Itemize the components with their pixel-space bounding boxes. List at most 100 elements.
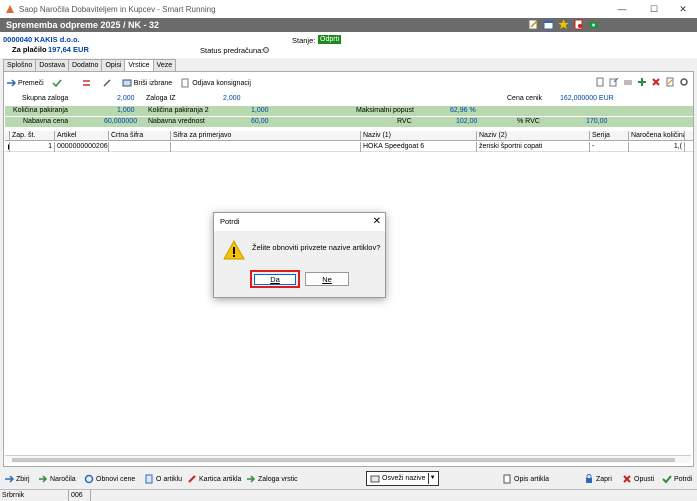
document-info: 0000040 KAKIS d.o.o. Za plačilo 197,64 E… <box>0 32 697 58</box>
odjava-konsignacij-label: Odjava konsignacij <box>192 79 251 87</box>
settings-icon[interactable] <box>679 77 689 87</box>
tab-splosno[interactable]: Splošno <box>3 59 37 71</box>
chevron-down-icon[interactable]: ▼ <box>427 473 437 484</box>
horizontal-scrollbar[interactable] <box>5 455 691 463</box>
dialog-close-icon[interactable]: ✕ <box>373 216 381 228</box>
col-serija[interactable]: Serija <box>590 131 629 141</box>
col-naziv-1[interactable]: Naziv (1) <box>361 131 477 141</box>
star-icon[interactable] <box>558 19 569 30</box>
edit-icon[interactable] <box>528 19 539 30</box>
obnovi-cene-button[interactable]: Obnovi cene <box>84 473 135 485</box>
toolbar-right-icons <box>595 77 689 87</box>
table-header: Zap. št. Artikel Črtna šifra Šifra za pr… <box>5 131 693 141</box>
cell-narocena-kolicina[interactable]: 1,( <box>629 142 685 152</box>
money-icon[interactable] <box>588 19 599 30</box>
maximize-icon[interactable]: ☐ <box>639 0 669 18</box>
odjava-konsignacij-button[interactable]: Odjava konsignacij <box>180 78 251 88</box>
checklist-icon <box>52 79 62 88</box>
premeci-button[interactable]: Premeči <box>6 78 44 88</box>
cell-serija[interactable]: - <box>590 142 629 152</box>
brisi-izbrane-button[interactable]: Briši izbrane <box>122 78 173 88</box>
partner-name[interactable]: 0000040 KAKIS d.o.o. <box>3 35 80 44</box>
saop-logo-icon <box>6 5 14 13</box>
kolicina-pakiranja2-value: 1,000 <box>251 107 269 114</box>
narocila-button[interactable]: Naročila <box>38 473 76 485</box>
zaloga-vrstic-button[interactable]: Zaloga vrstic <box>246 473 298 485</box>
window-titlebar: Saop Naročila Dobaviteljem in Kupcev - S… <box>0 0 697 18</box>
opis-artikla-button[interactable]: Opis artikla <box>502 473 549 485</box>
cell-naziv-2[interactable]: ženski športni copati <box>477 142 590 152</box>
scrollbar-thumb[interactable] <box>12 458 675 462</box>
kolicina-pakiranja2-label: Količina pakiranja 2 <box>148 107 209 114</box>
summary-row-stock: Skupna zaloga 2,000 Zaloga IZ 2,000 Cena… <box>5 94 693 104</box>
za-placilo-value: 197,64 EUR <box>48 45 89 54</box>
cell-crtna-sifra[interactable] <box>109 142 171 152</box>
status-predracuna-label: Status predračuna: <box>200 46 264 55</box>
cell-sifra-za-primerjavo[interactable] <box>171 142 361 152</box>
edit-lines-button[interactable] <box>102 78 114 88</box>
nabavna-vrednost-value: 60,00 <box>251 118 269 125</box>
premeci-label: Premeči <box>18 79 44 87</box>
ne-button[interactable]: Ne <box>305 272 349 286</box>
lines-toolbar: Premeči Briši izbrane Odjava konsignacij <box>6 76 259 90</box>
opusti-label: Opusti <box>634 475 655 483</box>
calendar-icon[interactable] <box>543 19 554 30</box>
skupna-zaloga-value: 2,000 <box>117 95 135 102</box>
consignment-icon <box>181 78 189 88</box>
osvezi-nazive-button[interactable]: Osveži nazive ▼ <box>366 471 439 486</box>
kolicina-pakiranja-value: 1,000 <box>117 107 135 114</box>
dialog-message: Želite obnoviti privzete nazive artiklov… <box>252 243 381 252</box>
zbirj-button[interactable]: Zbirj <box>4 473 30 485</box>
close-icon[interactable]: ✕ <box>668 0 697 18</box>
header-icons <box>528 19 599 30</box>
col-artikel[interactable]: Artikel <box>55 131 109 141</box>
o-artiklu-label: O artiklu <box>156 475 183 483</box>
kartica-artikla-button[interactable]: Kartica artikla <box>187 473 241 485</box>
zapri-label: Zapri <box>596 475 612 483</box>
nabavna-vrednost-label: Nabavna vrednost <box>148 118 205 125</box>
cancel-x-icon <box>623 475 631 483</box>
col-narocena-kolicina[interactable]: Naročena količina <box>629 131 685 141</box>
zaloga-iz-label: Zaloga IZ <box>146 95 176 102</box>
pct-rvc-label: % RVC <box>517 118 540 125</box>
potrdi-button[interactable]: Potrdi <box>662 473 692 485</box>
col-naziv-2[interactable]: Naziv (2) <box>477 131 590 141</box>
col-sifra-za-primerjavo[interactable]: Šifra za primerjavo <box>171 131 361 141</box>
check-button[interactable] <box>52 78 64 88</box>
da-button[interactable]: Da <box>254 274 296 285</box>
edit-doc-icon[interactable] <box>665 77 675 87</box>
nabavna-cena-label: Nabavna cena <box>23 118 69 125</box>
cell-zap-st[interactable]: 1 <box>10 142 55 152</box>
tab-dostava[interactable]: Dostava <box>35 59 69 71</box>
lock-icon <box>586 474 592 483</box>
tab-opisi[interactable]: Opisi <box>101 59 126 71</box>
kolicina-pakiranja-label: Količina pakiranja <box>13 107 68 114</box>
article-card-icon <box>188 475 196 483</box>
col-zap-st[interactable]: Zap. št. <box>10 131 55 141</box>
collect-icon <box>5 475 14 483</box>
narocila-label: Naročila <box>50 475 76 483</box>
article-info-icon <box>145 474 153 484</box>
cell-artikel[interactable]: 0000000000206 <box>55 142 109 152</box>
status-user: Srbrnik <box>2 492 25 499</box>
brisi-izbrane-label: Briši izbrane <box>133 79 173 87</box>
zaloga-iz-value: 2,000 <box>223 95 241 102</box>
delete-rows-icon <box>122 79 132 87</box>
minimize-icon[interactable]: — <box>607 0 637 18</box>
tab-dodatno[interactable]: Dodatno <box>67 59 103 71</box>
summary-row-packing: Količina pakiranja 1,000 Količina pakira… <box>5 106 693 116</box>
o-artiklu-button[interactable]: O artiklu <box>144 473 182 485</box>
transfer-button[interactable] <box>82 78 94 88</box>
col-crtna-sifra[interactable]: Črtna šifra <box>109 131 171 141</box>
add-icon[interactable] <box>637 77 647 87</box>
export-icon[interactable] <box>609 77 619 87</box>
cell-naziv-1[interactable]: HOKA Speedgoat 6 <box>361 142 477 152</box>
delete-icon[interactable] <box>651 77 661 87</box>
opusti-button[interactable]: Opusti <box>622 473 654 485</box>
new-icon[interactable] <box>595 77 605 87</box>
table-row[interactable]: 1 0000000000206 HOKA Speedgoat 6 ženski … <box>5 142 693 152</box>
zapri-button[interactable]: Zapri <box>584 473 612 485</box>
tab-veze[interactable]: Veze <box>152 59 177 71</box>
document-icon[interactable] <box>573 19 584 30</box>
print-icon[interactable] <box>623 77 633 87</box>
